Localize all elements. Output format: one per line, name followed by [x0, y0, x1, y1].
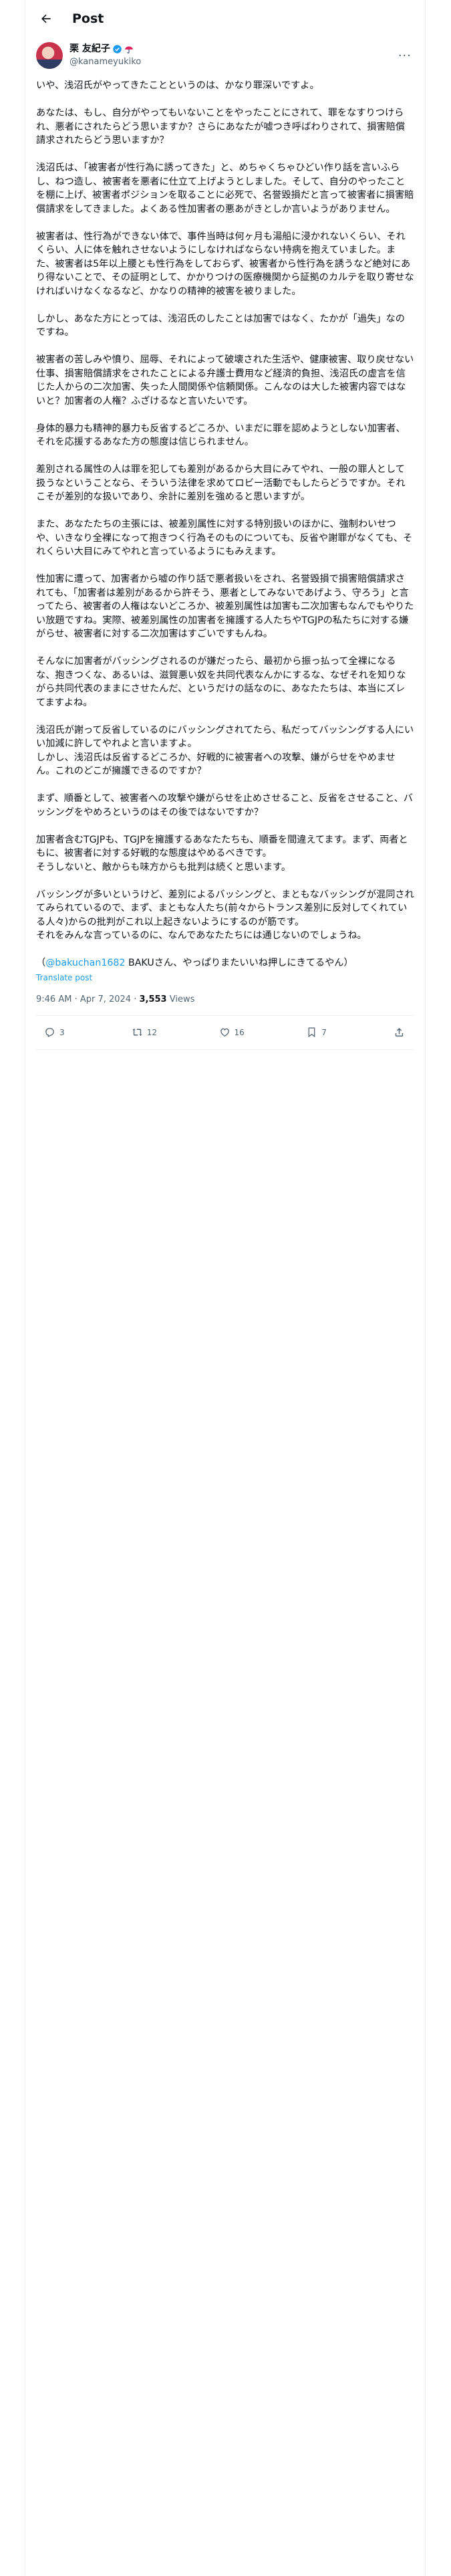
- back-arrow-icon: [41, 14, 51, 23]
- views-count: 3,553: [139, 994, 167, 1004]
- post-text: いや、浅沼氏がやってきたことというのは、かなり罪深いですよ。 あなたは、もし、自…: [25, 72, 425, 970]
- top-bar: Post: [25, 0, 425, 37]
- reply-paren: （: [36, 958, 46, 968]
- like-count: 16: [234, 1027, 245, 1037]
- more-options-icon[interactable]: ···: [398, 49, 414, 63]
- like-button[interactable]: 16: [219, 1027, 307, 1038]
- page-title: Post: [72, 11, 104, 26]
- reply-icon: [45, 1028, 54, 1037]
- umbrella-emoji-icon: [125, 45, 133, 53]
- translate-post-link[interactable]: Translate post: [25, 970, 425, 982]
- reply-count: 3: [59, 1027, 65, 1037]
- repost-count: 12: [146, 1027, 158, 1037]
- bookmark-icon: [308, 1027, 315, 1038]
- back-button[interactable]: [35, 7, 57, 30]
- post-timestamp[interactable]: 9:46 AM · Apr 7, 2024 ·: [36, 994, 139, 1004]
- repost-button[interactable]: 12: [132, 1027, 219, 1038]
- share-icon: [395, 1028, 404, 1037]
- divider-bottom: [36, 1049, 414, 1050]
- author-row: 栗 友紀子 @kanameyukiko ···: [25, 39, 425, 72]
- author-names: 栗 友紀子 @kanameyukiko: [69, 43, 398, 68]
- mention-link[interactable]: @bakuchan1682: [45, 958, 125, 968]
- author-handle[interactable]: @kanameyukiko: [69, 56, 398, 68]
- verified-badge-icon: [113, 45, 122, 53]
- heart-icon: [220, 1028, 229, 1037]
- avatar[interactable]: [36, 42, 63, 69]
- post-detail-column: Post 栗 友紀子 @kanameyukiko ··· いや、浅沼氏がやってき…: [25, 0, 426, 2576]
- action-bar: 3 12 16 7: [25, 1016, 425, 1049]
- post-body-text: いや、浅沼氏がやってきたことというのは、かなり罪深いですよ。 あなたは、もし、自…: [36, 80, 414, 941]
- reply-tail-text: BAKUさん、やっぱりまたいいね押しにきてるやん）: [125, 958, 353, 968]
- bookmark-count: 7: [321, 1027, 327, 1037]
- views-label: Views: [166, 994, 195, 1004]
- share-button[interactable]: [394, 1027, 405, 1038]
- bookmark-button[interactable]: 7: [306, 1027, 394, 1038]
- reply-button[interactable]: 3: [44, 1027, 132, 1038]
- repost-icon: [132, 1028, 142, 1037]
- post-meta: 9:46 AM · Apr 7, 2024 · 3,553 Views: [25, 982, 425, 1015]
- display-name[interactable]: 栗 友紀子: [69, 43, 398, 56]
- display-name-text: 栗 友紀子: [69, 43, 110, 54]
